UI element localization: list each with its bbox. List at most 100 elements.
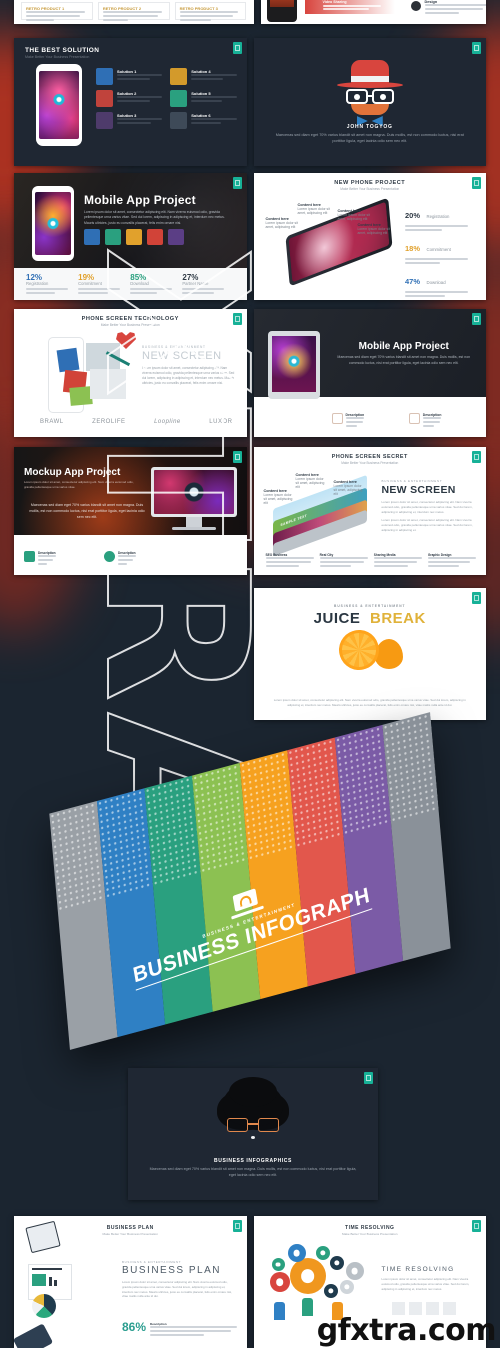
brand-logo: LUXOR xyxy=(209,419,233,425)
slide-kicker: BUSINESS & ENTERTAINMENT xyxy=(381,479,443,483)
glasses-right-lens xyxy=(258,1118,279,1132)
pie-chart-icon xyxy=(32,1294,56,1318)
phone-screen xyxy=(35,192,71,255)
slide-title: PHONE SCREEN SECRET xyxy=(331,454,408,460)
solution-item[interactable]: Solution 2 xyxy=(96,90,163,107)
rocket-icon[interactable] xyxy=(147,229,163,245)
clock-icon xyxy=(170,68,188,85)
stat-value: 18% xyxy=(405,244,421,253)
solution-item[interactable]: Solution 5 xyxy=(170,90,237,107)
slide-phone-screen-secret[interactable]: PHONE SCREEN SECRET Make Better Your Bus… xyxy=(253,447,486,575)
brand-logo: Loopline xyxy=(154,419,181,425)
slide-video-design[interactable]: Video Sharing Design xyxy=(260,0,486,24)
slide-row-2: Mobile App Project Lorem ipsum dolor sit… xyxy=(14,173,486,300)
report-sheet xyxy=(28,1264,72,1300)
slide-john-togyog[interactable]: JOHN TOGYOG Maecenas sed diam eget 70% v… xyxy=(253,38,486,166)
hipster-illustration xyxy=(333,56,407,118)
moustache-icon xyxy=(350,104,389,115)
hat-band xyxy=(350,76,389,82)
slide-row-1: THE BEST SOLUTION Make Better Your Busin… xyxy=(14,38,486,166)
slide-juice-break[interactable]: BUSINESS & ENTERTAINMENT JUICE BREAK Lor… xyxy=(253,588,486,720)
orange-wedge xyxy=(334,625,384,675)
slide-mobile-app-project[interactable]: Mobile App Project Lorem ipsum dolor sit… xyxy=(14,173,247,300)
slide-body: Lorem ipsum dolor sit amet, consectetur … xyxy=(273,698,466,708)
diamond-icon[interactable] xyxy=(105,229,121,245)
lightbulb-icon[interactable] xyxy=(126,229,142,245)
glasses-bridge xyxy=(248,1123,258,1125)
stats-bar: 12% Registration 19% Commitment 85% Down… xyxy=(14,268,247,300)
stat-item: 20% Registration xyxy=(405,205,477,231)
imac-neck xyxy=(185,517,202,527)
retro-card[interactable]: RETRO PRODUCT 2 xyxy=(97,2,170,21)
slide-badge xyxy=(472,592,481,604)
imac-bezel xyxy=(150,467,237,517)
retro-card[interactable]: RETRO PRODUCT 1 xyxy=(21,2,93,21)
callout-body: Lorem ipsum dolor sit amet, adipiscing e… xyxy=(295,477,325,489)
slide-title: BUSINESS INFOGRAPHICS xyxy=(214,1158,292,1164)
slide-badge xyxy=(472,177,481,189)
slide-mobile-app-tablet[interactable]: Mobile App Project Maecenas sed diam ege… xyxy=(253,309,486,437)
slide-row-3: PHONE SCREEN TECHNOLOGY Make Better Your… xyxy=(14,309,486,437)
stat-label: Partner Name xyxy=(182,280,209,286)
slide-headline: BUSINESS PLAN xyxy=(122,1265,221,1276)
slide-subtitle: Make Better Your Business Presentation xyxy=(342,1232,398,1236)
slide-row-5: BUSINESS & ENTERTAINMENT JUICE BREAK Lor… xyxy=(14,588,486,720)
features-row: SEO Business Real City Sharing Media Gra… xyxy=(265,553,476,569)
retro-card[interactable]: RETRO PRODUCT 3 xyxy=(174,2,247,21)
slide-body: Lorem ipsum dolor sit amet, consectetur … xyxy=(84,210,225,225)
gear-red xyxy=(269,1272,290,1292)
slide-subtitle: Make Better Your Business Presentation xyxy=(341,461,399,465)
brand-logo: ZEROLIFE xyxy=(92,419,126,425)
slide-badge xyxy=(232,177,242,189)
tablet-mockup xyxy=(267,331,320,399)
stats-column: 20% Registration 18% Commitment 47% Down… xyxy=(405,205,477,300)
slide-body: Lorem ipsum dolor sit amet, consectetur … xyxy=(381,1277,470,1291)
slide-mockup-app-project[interactable]: Mockup App Project Lorem ipsum dolor sit… xyxy=(14,447,247,575)
screen-tile xyxy=(90,369,126,399)
title-primary: JUICE xyxy=(313,610,361,627)
stat-label: Download xyxy=(426,280,446,285)
gear-teal-small xyxy=(315,1246,330,1260)
phone-screen xyxy=(39,71,79,139)
phone-screen xyxy=(269,0,294,7)
solution-item[interactable]: Solution 1 xyxy=(96,68,163,85)
slide-badge xyxy=(472,451,481,463)
nose-icon xyxy=(251,1136,255,1139)
slide-title: Mobile App Project xyxy=(84,193,196,207)
person-name: JOHN TOGYOG xyxy=(346,124,393,130)
glasses-bridge xyxy=(367,95,372,97)
gear-green xyxy=(271,1258,285,1271)
brand-logo-row: BRAWL ZEROLIFE Loopline LUXOR xyxy=(40,419,233,425)
callout-body: Lorem ipsum dolor sit amet, adipiscing e… xyxy=(265,221,298,229)
gamepad-icon xyxy=(24,551,35,562)
gear-dark-1 xyxy=(329,1256,344,1270)
stat-label: Commitment xyxy=(426,247,451,252)
slide-badge xyxy=(232,1220,242,1232)
solution-item[interactable]: Solution 3 xyxy=(96,112,163,129)
person-blue xyxy=(273,1302,285,1320)
phone-mockup xyxy=(32,186,74,261)
slide-retro-products[interactable]: RETRO PRODUCT 1 RETRO PRODUCT 2 RETRO PR… xyxy=(14,0,254,24)
slide-best-solution[interactable]: THE BEST SOLUTION Make Better Your Busin… xyxy=(14,38,247,166)
slide-sub-body: Lorem ipsum dolor sit amet, consectetur … xyxy=(24,480,134,489)
slide-business-plan[interactable]: BUSINESS PLAN Make Better Your Business … xyxy=(14,1216,247,1348)
cloud-icon[interactable] xyxy=(84,229,100,245)
stat-item: 85% Download xyxy=(130,273,182,296)
solution-item[interactable]: Solution 6 xyxy=(170,112,237,129)
hand-illustration xyxy=(14,1323,54,1348)
slide-business-infographics[interactable]: BUSINESS INFOGRAPHICS Maecenas sed diam … xyxy=(128,1068,378,1200)
arrow-heart-icon xyxy=(106,331,136,366)
slide-phone-screen-technology[interactable]: PHONE SCREEN TECHNOLOGY Make Better Your… xyxy=(14,309,247,437)
design-bullet-icon xyxy=(410,1,421,11)
description-item: Description xyxy=(24,551,94,567)
brush-icon[interactable] xyxy=(168,229,184,245)
stat-item: 18% Commitment xyxy=(405,238,477,264)
title-secondary: BREAK xyxy=(370,610,426,627)
solution-item[interactable]: Solution 4 xyxy=(170,68,237,85)
callout: Content here Lorem ipsum dolor sit amet,… xyxy=(358,223,392,235)
business-infograph-mockup[interactable]: BUSINESS & ENTERTAINMENT BUSINESS INFOGR… xyxy=(20,712,490,1060)
gear-grey-2 xyxy=(339,1280,354,1294)
phone-mockup xyxy=(36,64,82,146)
callout-body: Lorem ipsum dolor sit amet, adipiscing e… xyxy=(263,493,293,505)
slide-new-phone-project[interactable]: NEW PHONE PROJECT Make Better Your Busin… xyxy=(253,173,486,300)
